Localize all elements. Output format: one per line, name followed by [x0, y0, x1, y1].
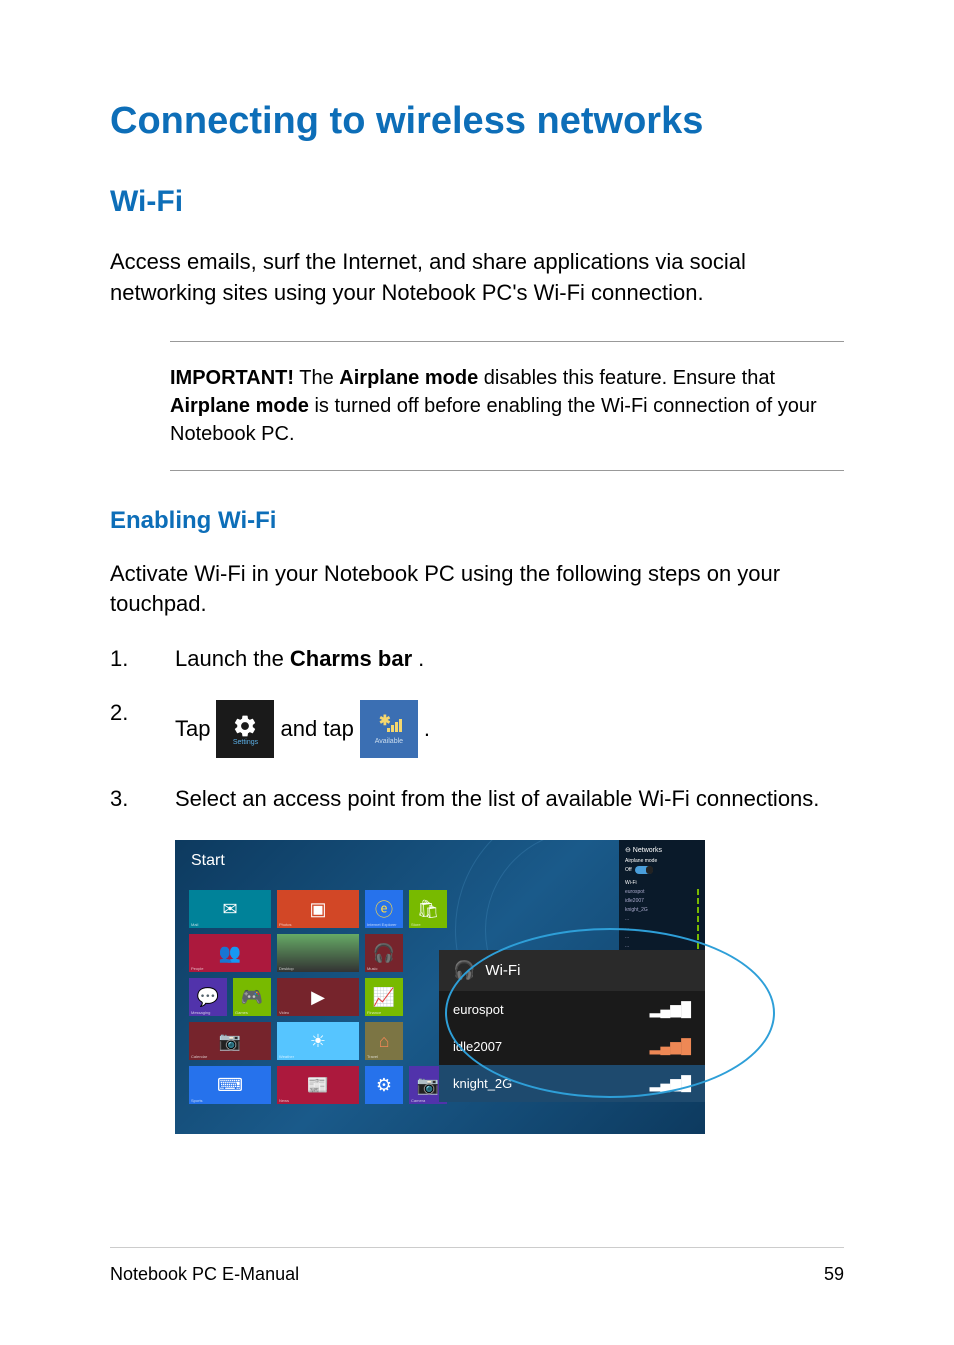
step-3: 3. Select an access point from the list … — [110, 786, 844, 812]
wifi-flyout-panel: 🎧 Wi-Fi eurospot ▂▄▆█ idle2007 ▂▄▆█ knig… — [439, 950, 705, 1102]
networks-panel-title: ⊖ Networks — [625, 846, 699, 854]
tile-bing: ⚙ — [365, 1066, 403, 1104]
tile-sports: ⌨Sports — [189, 1066, 271, 1104]
tile-news: 📰News — [277, 1066, 359, 1104]
footer-title: Notebook PC E-Manual — [110, 1264, 299, 1285]
signal-bars-icon: ▂▄▆█ — [650, 1075, 691, 1092]
tile-games: 🎮Games — [233, 978, 271, 1016]
important-callout: IMPORTANT! The Airplane mode disables th… — [170, 341, 844, 471]
tile-mail: ✉Mail — [189, 890, 271, 928]
page-number: 59 — [824, 1264, 844, 1285]
network-item: ... — [625, 925, 699, 931]
important-text: IMPORTANT! The Airplane mode disables th… — [170, 364, 844, 448]
tile-weather: ☀Weather — [277, 1022, 359, 1060]
wifi-intro-text: Access emails, surf the Internet, and sh… — [110, 247, 844, 309]
charms-bar-term: Charms bar — [290, 646, 412, 672]
airplane-toggle — [635, 866, 653, 874]
enabling-wifi-intro: Activate Wi-Fi in your Notebook PC using… — [110, 559, 844, 621]
wifi-network-row-selected: knight_2G ▂▄▆█ — [439, 1065, 705, 1102]
airplane-mode-term-2: Airplane mode — [170, 395, 309, 417]
tile-people: 👥People — [189, 934, 271, 972]
signal-icon — [697, 916, 699, 922]
signal-icon — [697, 889, 699, 895]
gear-icon — [232, 713, 258, 739]
headphones-icon: 🎧 — [453, 960, 475, 981]
step-2: 2. Tap Settings and tap ✱ Avai — [110, 700, 844, 758]
signal-icon — [697, 943, 699, 949]
wifi-network-row: eurospot ▂▄▆█ — [439, 991, 705, 1028]
section-title-enabling-wifi: Enabling Wi-Fi — [110, 507, 844, 535]
tile-calendar: 📷Calendar — [189, 1022, 271, 1060]
network-item: eurospot — [625, 889, 699, 895]
available-network-icon: ✱ Available — [360, 700, 418, 758]
wifi-network-row: idle2007 ▂▄▆█ — [439, 1028, 705, 1065]
signal-bars-icon: ▂▄▆█ — [650, 1001, 691, 1018]
network-item: ... — [625, 943, 699, 949]
important-label: IMPORTANT! — [170, 367, 294, 389]
tile-music: 🎧Music — [365, 934, 403, 972]
step-3-text: Select an access point from the list of … — [175, 786, 844, 812]
tile-messaging: 💬Messaging — [189, 978, 227, 1016]
tile-travel: ⌂Travel — [365, 1022, 403, 1060]
signal-icon — [697, 934, 699, 940]
start-label: Start — [191, 852, 225, 870]
signal-bars-icon: ▂▄▆█ — [650, 1038, 691, 1055]
network-item: ... — [625, 934, 699, 940]
wifi-panel-header: 🎧 Wi-Fi — [439, 950, 705, 991]
network-item: ... — [625, 916, 699, 922]
step-3-number: 3. — [110, 786, 175, 812]
step-1: 1. Launch the Charms bar. — [110, 646, 844, 672]
tile-finance: 📈Finance — [365, 978, 403, 1016]
signal-asterisk-icon: ✱ — [375, 714, 403, 738]
signal-icon — [697, 907, 699, 913]
tile-video: ▶Video — [277, 978, 359, 1016]
start-screen-screenshot: Start ✉Mail ▣Photos ⓔInternet Explorer 🛍… — [175, 840, 705, 1134]
wifi-panel-title: Wi-Fi — [485, 962, 520, 979]
tile-photos: ▣Photos — [277, 890, 359, 928]
settings-charm-icon: Settings — [216, 700, 274, 758]
tile-desktop: Desktop — [277, 934, 359, 972]
tile-store: 🛍Store — [409, 890, 447, 928]
network-item: knight_2G — [625, 907, 699, 913]
steps-list: 1. Launch the Charms bar. 2. Tap Setting… — [110, 646, 844, 812]
network-item: idle2007 — [625, 898, 699, 904]
signal-icon — [697, 898, 699, 904]
signal-icon — [697, 925, 699, 931]
section-title-wifi: Wi-Fi — [110, 185, 844, 219]
page-footer: Notebook PC E-Manual 59 — [110, 1247, 844, 1285]
airplane-mode-term-1: Airplane mode — [339, 367, 478, 389]
svg-text:✱: ✱ — [379, 714, 391, 728]
page-title: Connecting to wireless networks — [110, 100, 844, 143]
step-2-number: 2. — [110, 700, 175, 726]
tile-grid: ✉Mail ▣Photos ⓔInternet Explorer 🛍Store … — [189, 890, 447, 1104]
tile-ie: ⓔInternet Explorer — [365, 890, 403, 928]
step-1-number: 1. — [110, 646, 175, 672]
